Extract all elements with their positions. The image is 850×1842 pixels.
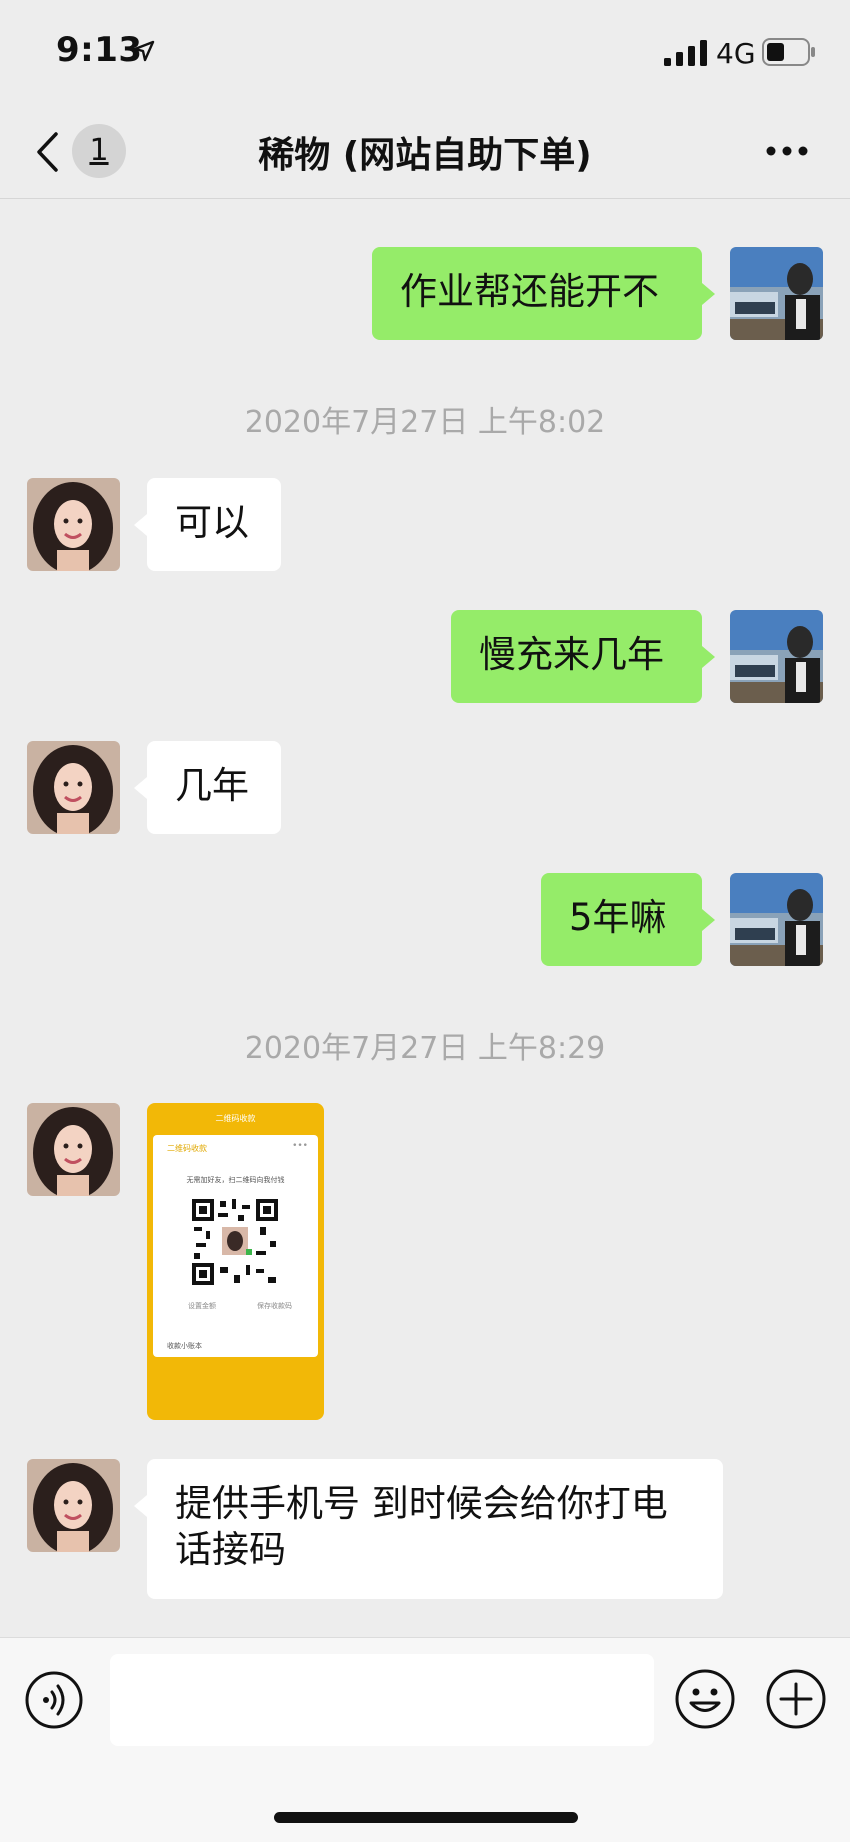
sent-message-bubble[interactable]: 5年嘛	[541, 873, 702, 966]
payment-qr-card: 二维码收款 ••• 无需加好友，扫二维码向我付钱 设置金额 保存收款码 收款小账…	[153, 1135, 318, 1357]
image-card-title: 二维码收款	[167, 1144, 207, 1153]
my-avatar[interactable]	[730, 247, 823, 340]
image-more-dots-icon: •••	[292, 1141, 308, 1151]
image-card-hint: 无需加好友，扫二维码向我付钱	[186, 1176, 285, 1184]
unread-count-badge[interactable]: 1	[72, 124, 126, 178]
qr-code-icon	[190, 1197, 280, 1287]
message-list[interactable]: 作业帮还能开不 2020年7月27日 上午8:02 可以 慢充来几年 几年 5年…	[0, 199, 850, 1637]
bubble-tail	[134, 514, 147, 536]
sent-message-bubble[interactable]: 慢充来几年	[451, 610, 702, 703]
message-timestamp: 2020年7月27日 上午8:29	[244, 1031, 606, 1066]
chat-header: 1 稀物 (网站自助下单)	[0, 104, 850, 199]
bubble-tail	[702, 646, 715, 668]
chat-input-bar	[0, 1637, 850, 1842]
location-arrow-icon	[133, 40, 155, 62]
image-link-save-code: 保存收款码	[257, 1302, 292, 1310]
my-avatar[interactable]	[730, 610, 823, 703]
my-avatar[interactable]	[730, 873, 823, 966]
received-message-bubble[interactable]: 提供手机号 到时候会给你打电话接码	[147, 1459, 723, 1599]
signal-icon	[664, 40, 707, 66]
home-indicator	[274, 1812, 578, 1823]
bubble-tail	[702, 909, 715, 931]
contact-avatar[interactable]	[27, 478, 120, 571]
message-input[interactable]	[110, 1654, 654, 1746]
received-message-bubble[interactable]: 几年	[147, 741, 281, 834]
status-time: 9:13	[56, 30, 143, 70]
emoji-icon[interactable]	[674, 1668, 736, 1730]
more-dots-icon[interactable]	[765, 145, 809, 157]
sent-message-bubble[interactable]: 作业帮还能开不	[372, 247, 702, 340]
bubble-tail	[702, 283, 715, 305]
back-chevron-icon[interactable]	[34, 131, 60, 173]
image-card-footer: 收款小账本	[167, 1342, 202, 1350]
chat-title: 稀物 (网站自助下单)	[258, 135, 592, 176]
message-timestamp: 2020年7月27日 上午8:02	[244, 405, 606, 440]
contact-avatar[interactable]	[27, 1459, 120, 1552]
contact-avatar[interactable]	[27, 1103, 120, 1196]
received-message-bubble[interactable]: 可以	[147, 478, 281, 571]
battery-icon	[762, 38, 815, 66]
network-type: 4G	[716, 37, 756, 70]
bubble-tail	[134, 777, 147, 799]
contact-avatar[interactable]	[27, 741, 120, 834]
unread-count: 1	[89, 133, 109, 168]
image-link-set-amount: 设置金额	[188, 1302, 216, 1310]
plus-icon[interactable]	[765, 1668, 827, 1730]
bubble-tail	[134, 1495, 147, 1517]
image-header-title: 二维码收款	[215, 1114, 256, 1123]
status-bar: 9:13 4G	[0, 0, 850, 104]
image-message[interactable]: 二维码收款 二维码收款 ••• 无需加好友，扫二维码向我付钱 设置金额 保存收款…	[147, 1103, 324, 1420]
voice-icon[interactable]	[24, 1670, 84, 1730]
